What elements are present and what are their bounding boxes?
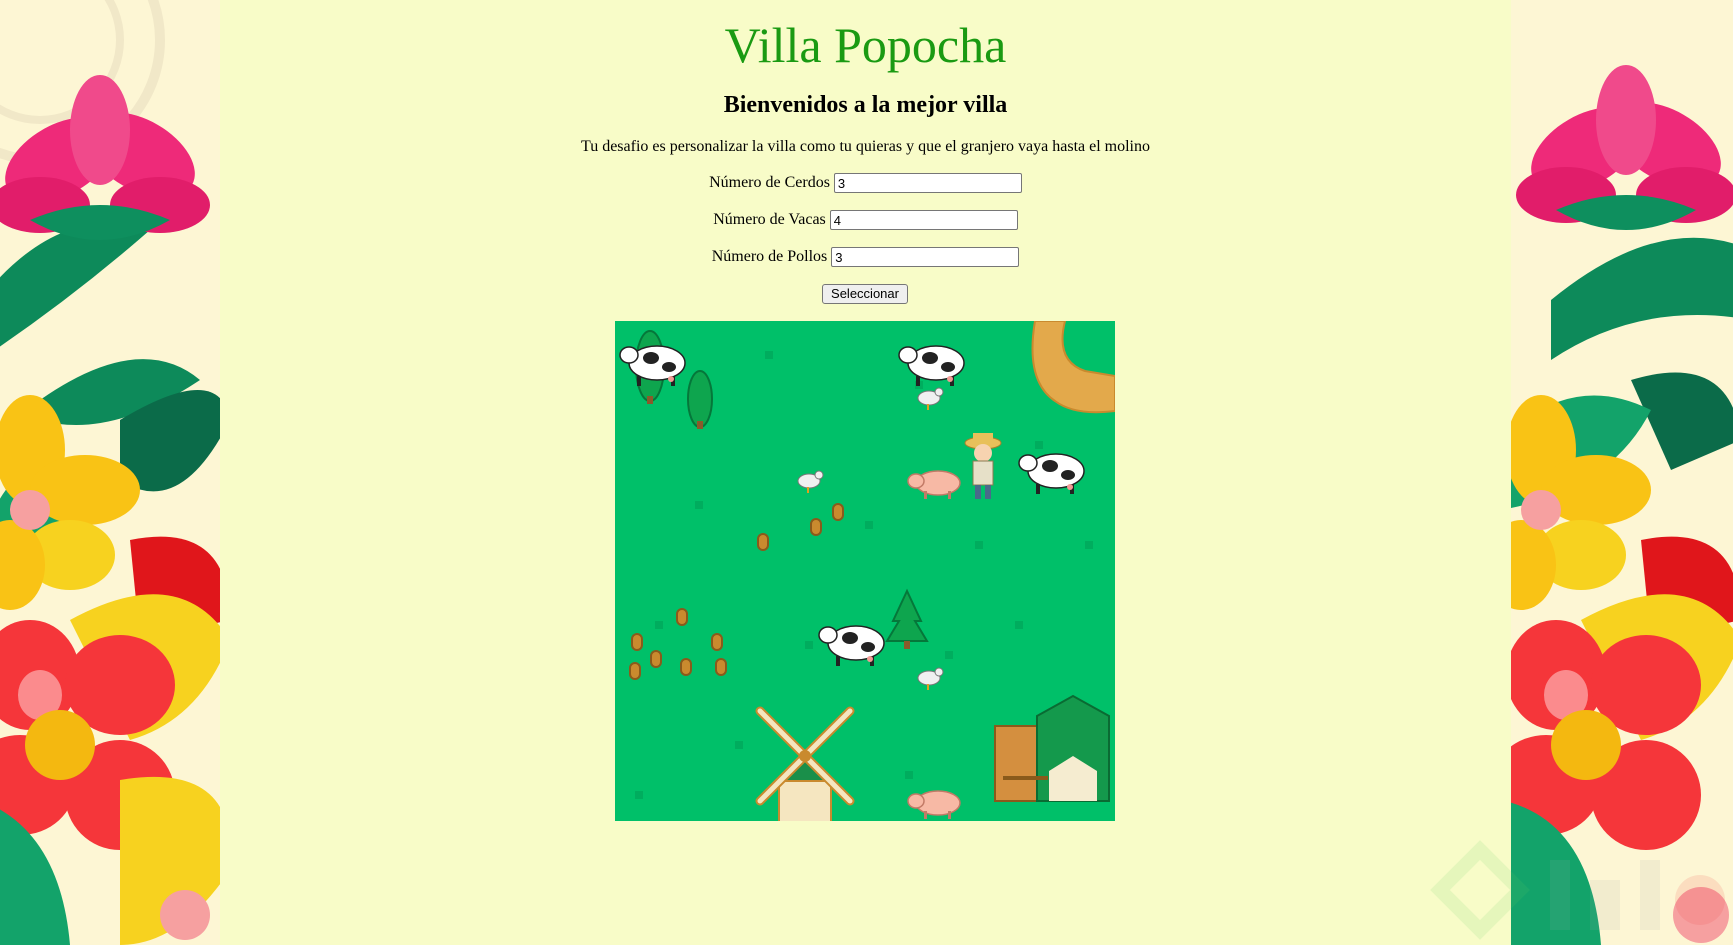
tree-icon xyxy=(687,370,713,429)
cows-input[interactable] xyxy=(829,210,1018,230)
chickens-label: Número de Pollos xyxy=(711,248,828,265)
page-title: Villa Popocha xyxy=(724,17,1007,73)
pigs-label: Número de Cerdos xyxy=(709,174,830,191)
page-subtitle: Bienvenidos a la mejor villa xyxy=(723,92,1008,118)
main-content: Villa Popocha Bienvenidos a la mejor vil… xyxy=(220,0,1511,945)
select-button[interactable]: Seleccionar xyxy=(822,284,908,304)
chickens-row: Número de Pollos xyxy=(220,246,1511,268)
left-flower-decoration xyxy=(0,0,220,945)
page-description: Tu desafio es personalizar la villa como… xyxy=(580,138,1150,155)
cows-label: Número de Vacas xyxy=(713,211,826,228)
cows-row: Número de Vacas xyxy=(220,209,1511,231)
pigs-row: Número de Cerdos xyxy=(220,172,1511,194)
game-canvas[interactable] xyxy=(615,321,1115,821)
pigs-input[interactable] xyxy=(833,173,1022,193)
right-flower-decoration xyxy=(1511,0,1733,945)
watermark-logo xyxy=(1430,840,1725,940)
chickens-input[interactable] xyxy=(831,247,1020,267)
